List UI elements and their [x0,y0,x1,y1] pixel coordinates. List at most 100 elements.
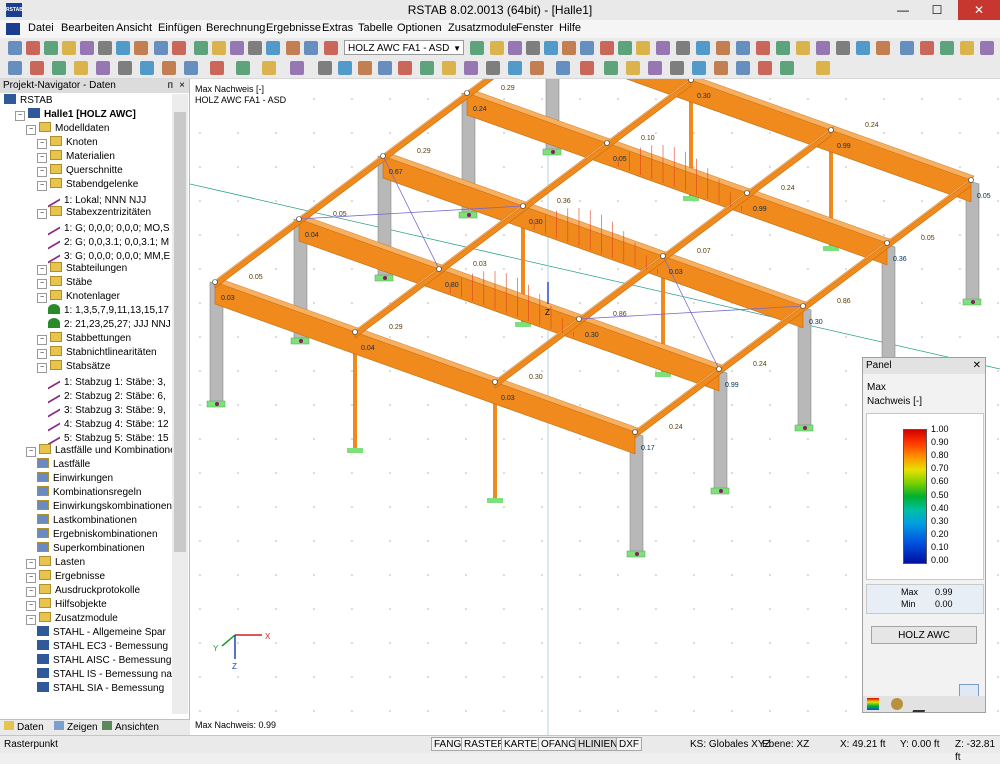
toggle-dxf[interactable]: DXF [616,737,642,751]
tree-item[interactable]: − Stabendgelenke [37,178,138,192]
toolbar-button-icon[interactable] [290,61,304,75]
toolbar-button-icon[interactable] [464,61,478,75]
toolbar-button-icon[interactable] [62,41,76,55]
expand-toggle-icon[interactable]: − [37,363,47,373]
tree-item[interactable]: 1: Lokal; NNN NJJ [48,188,146,208]
toolbar-button-icon[interactable] [266,41,280,55]
toolbar-button-icon[interactable] [318,61,332,75]
roof-purlin-beam-top[interactable] [214,277,639,433]
tree-item[interactable]: − Stabexzentrizitäten [37,206,151,220]
menu-fenster[interactable]: Fenster [516,22,553,34]
tree-item[interactable]: Superkombinationen [37,542,145,556]
toolbar-button-icon[interactable] [960,41,974,55]
toolbar-button-icon[interactable] [758,61,772,75]
toolbar-button-icon[interactable] [304,41,318,55]
tree-item[interactable]: − Stabsätze [37,360,110,374]
toolbar-button-icon[interactable] [776,41,790,55]
tree-item[interactable]: − Modelldaten [26,122,109,136]
expand-toggle-icon[interactable]: − [26,125,36,135]
menu-einfuegen[interactable]: Einfügen [158,22,201,34]
expand-toggle-icon[interactable]: − [15,111,25,121]
tree-item[interactable]: 2: Stabzug 2: Stäbe: 6, [48,384,166,404]
tree-item[interactable]: 3: Stabzug 3: Stäbe: 9, [48,398,166,418]
tree-item[interactable]: Einwirkungen [37,472,113,486]
toolbar-button-icon[interactable] [248,41,262,55]
tree-item[interactable]: 2: G; 0,0,3.1; 0,0,3.1; M [48,230,169,250]
color-legend[interactable]: 1.00 0.90 0.80 0.70 0.60 0.50 0.40 0.30 0.20 0.10… [866,413,984,580]
toolbar-button-icon[interactable] [8,61,22,75]
maximize-button[interactable]: ☐ [922,0,952,20]
toggle-ofang[interactable]: OFANG [538,737,580,751]
navigator-scrollbar[interactable] [172,94,188,714]
tree-item[interactable]: Einwirkungskombinationen [37,500,172,514]
expand-toggle-icon[interactable]: − [26,615,36,625]
toolbar-button-icon[interactable] [74,61,88,75]
tab-ansichten[interactable]: Ansichten [102,721,159,735]
toolbar-button-icon[interactable] [286,41,300,55]
toolbar-button-icon[interactable] [626,61,640,75]
expand-toggle-icon[interactable]: − [26,573,36,583]
expand-toggle-icon[interactable]: − [26,559,36,569]
toolbar-button-icon[interactable] [442,61,456,75]
tree-item[interactable]: Kombinationsregeln [37,486,141,500]
toolbar-button-icon[interactable] [358,61,372,75]
toolbar-button-icon[interactable] [556,61,570,75]
roof-purlin-beam[interactable] [382,155,804,329]
toolbar-button-icon[interactable] [636,41,650,55]
toolbar-button-icon[interactable] [856,41,870,55]
toolbar-button-icon[interactable] [486,61,500,75]
tree-item[interactable]: − Knoten [37,136,98,150]
tree-item[interactable]: 1: G; 0,0,0; 0,0,0; MO,S [48,216,170,236]
navigator-scroll-thumb[interactable] [174,112,186,552]
expand-toggle-icon[interactable]: − [37,265,47,275]
tree-item[interactable]: STAHL EC3 - Bemessung [37,640,168,654]
tab-zeigen[interactable]: Zeigen [54,721,98,735]
expand-toggle-icon[interactable]: − [26,447,36,457]
toolbar-button-icon[interactable] [80,41,94,55]
toolbar-button-icon[interactable] [544,41,558,55]
minimize-button[interactable]: — [888,0,918,20]
toolbar-button-icon[interactable] [154,41,168,55]
roof-purlin-beam[interactable] [214,281,636,455]
toolbar-button-icon[interactable] [338,61,352,75]
toggle-fang[interactable]: FANG [431,737,465,751]
tree-item[interactable]: − Zusatzmodule [26,612,118,626]
toolbar-button-icon[interactable] [210,61,224,75]
document-icon[interactable] [6,23,20,35]
filter-tab-icon[interactable] [891,698,903,710]
toolbar-button-icon[interactable] [398,61,412,75]
toolbar-button-icon[interactable] [816,61,830,75]
toolbar-button-icon[interactable] [490,41,504,55]
roof-purlin-beam[interactable] [466,92,888,266]
toolbar-button-icon[interactable] [940,41,954,55]
tree-item[interactable]: − Lasten [26,556,85,570]
toolbar-button-icon[interactable] [508,41,522,55]
toolbar-button-icon[interactable] [526,41,540,55]
expand-toggle-icon[interactable]: − [37,167,47,177]
tree-item[interactable]: 3: G; 0,0,0; 0,0,0; MM,E [48,244,170,264]
panel-close-icon[interactable]: ✕ [973,358,981,374]
toolbar-button-icon[interactable] [116,41,130,55]
pin-icon[interactable]: ᴨ [168,79,173,93]
tree-item[interactable]: 5: Stabzug 5: Stäbe: 15 [48,426,169,446]
close-button[interactable]: ✕ [958,0,1000,20]
toolbar-button-icon[interactable] [172,41,186,55]
toolbar-button-icon[interactable] [52,61,66,75]
chevron-down-icon[interactable]: ▼ [453,41,461,56]
tree-item[interactable]: − Ergebnisse [26,570,105,584]
toolbar-button-icon[interactable] [692,61,706,75]
toolbar-button-icon[interactable] [140,61,154,75]
menu-ansicht[interactable]: Ansicht [116,22,152,34]
roof-purlin-beam[interactable] [298,218,720,392]
toolbar-button-icon[interactable] [8,41,22,55]
tree-item[interactable]: − Stabnichtlinearitäten [37,346,157,360]
tree-item[interactable]: RSTAB [4,94,53,108]
tree-item[interactable]: 2: 21,23,25,27; JJJ NNJ [48,318,171,332]
menu-tabelle[interactable]: Tabelle [358,22,393,34]
menu-berechnung[interactable]: Berechnung [206,22,265,34]
toolbar-button-icon[interactable] [508,61,522,75]
expand-toggle-icon[interactable]: − [37,349,47,359]
toolbar-button-icon[interactable] [26,41,40,55]
tree-item[interactable]: − Stabbettungen [37,332,131,346]
tree-item[interactable]: Lastfälle [37,458,90,472]
